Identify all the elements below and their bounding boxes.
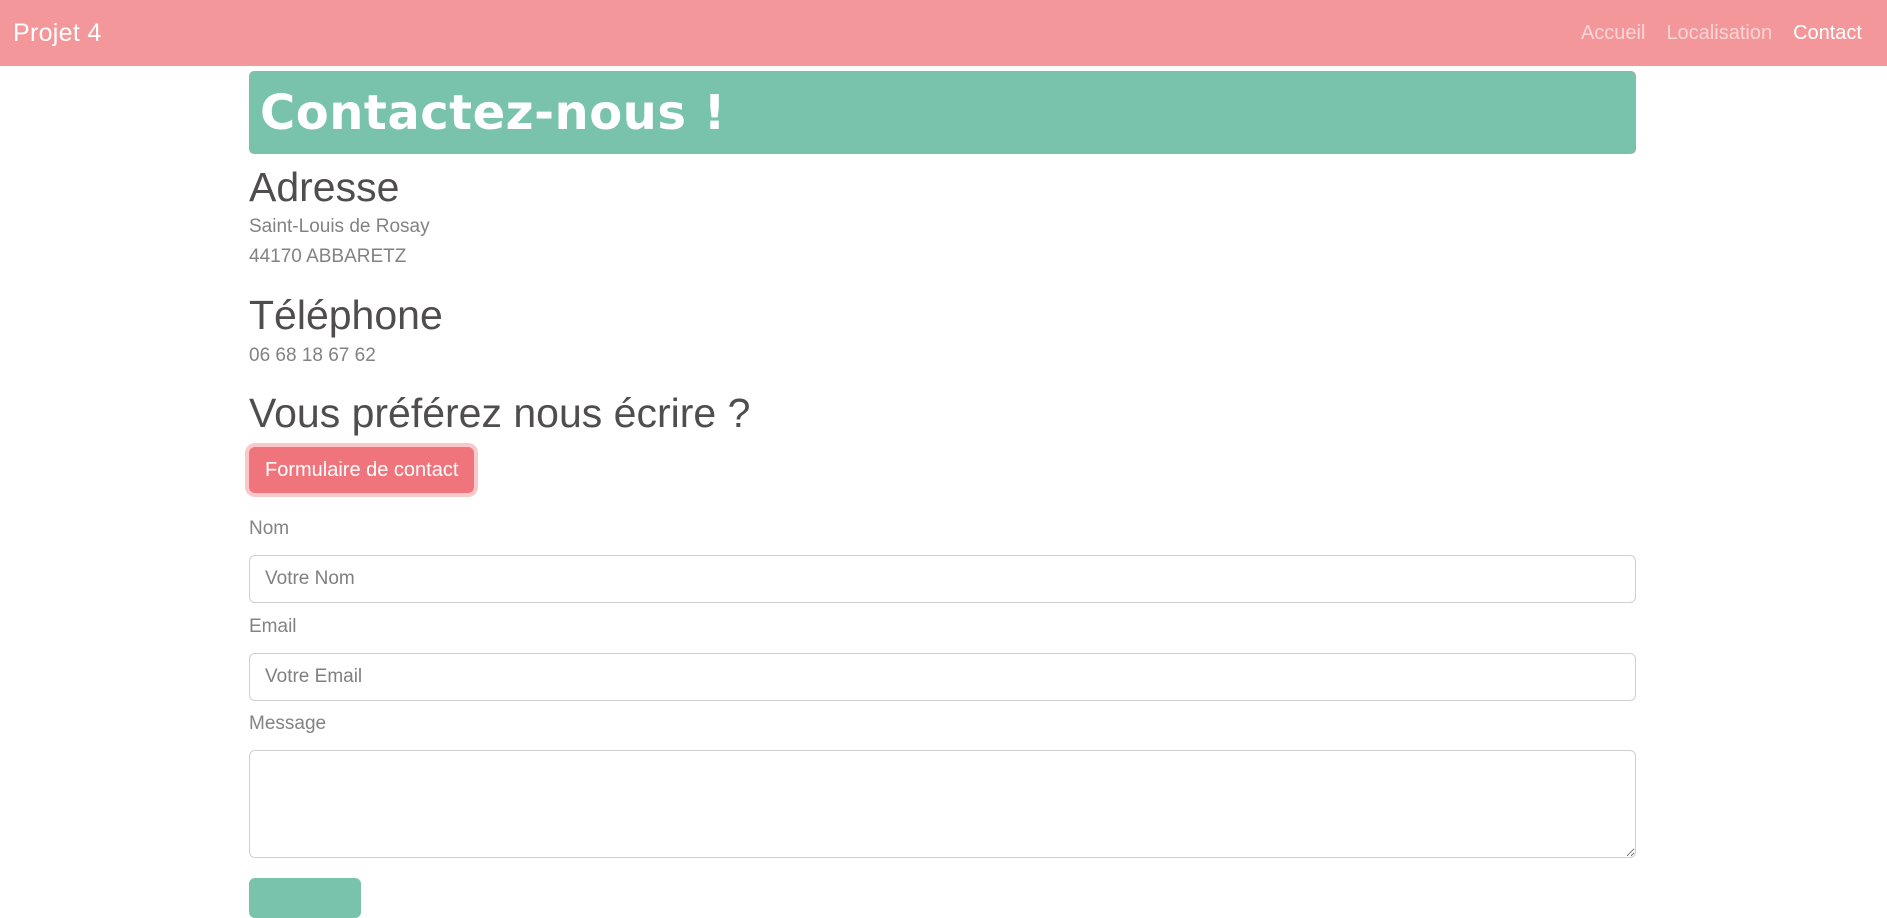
hero-banner: Contactez-nous !	[249, 71, 1636, 154]
name-label: Nom	[249, 518, 290, 539]
message-label: Message	[249, 713, 327, 734]
name-input[interactable]	[249, 555, 1636, 603]
phone-section: Téléphone	[249, 291, 443, 340]
nav-link-accueil[interactable]: Accueil	[1581, 22, 1645, 45]
page-title: Contactez-nous !	[260, 84, 727, 141]
email-input[interactable]	[249, 653, 1636, 701]
main-content: Contactez-nous ! Adresse Saint-Louis de …	[249, 71, 1636, 918]
navbar: Projet 4 Accueil Localisation Contact	[0, 0, 1887, 66]
message-textarea[interactable]	[249, 750, 1636, 858]
nav-link-localisation[interactable]: Localisation	[1666, 22, 1772, 45]
address-line-2: 44170 ABBARETZ	[249, 246, 407, 267]
address-title: Adresse	[249, 164, 400, 210]
nav-link-contact[interactable]: Contact	[1793, 22, 1862, 45]
address-section: Adresse	[249, 163, 399, 212]
email-label: Email	[249, 616, 297, 637]
brand-link[interactable]: Projet 4	[13, 19, 102, 48]
phone-title: Téléphone	[249, 292, 443, 338]
submit-button[interactable]	[249, 878, 361, 918]
nav-links: Accueil Localisation Contact	[1560, 22, 1862, 45]
contact-form-button[interactable]: Formulaire de contact	[249, 447, 475, 493]
write-section: Vous préférez nous écrire ?	[249, 389, 750, 438]
write-title: Vous préférez nous écrire ?	[249, 390, 751, 436]
phone-number: 06 68 18 67 62	[249, 345, 376, 366]
address-line-1: Saint-Louis de Rosay	[249, 216, 430, 237]
